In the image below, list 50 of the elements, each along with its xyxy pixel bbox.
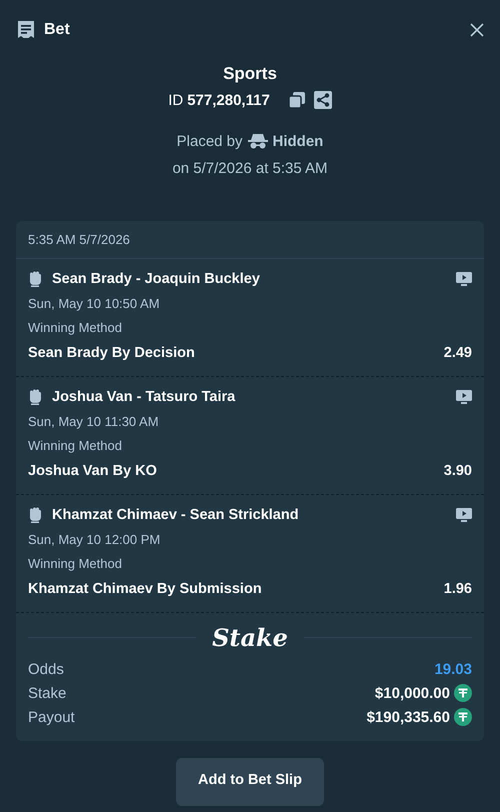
selection: Khamzat Chimaev By Submission bbox=[28, 580, 262, 599]
event-name: Joshua Van - Tatsuro Taira bbox=[52, 389, 236, 405]
selection: Joshua Van By KO bbox=[28, 462, 157, 481]
market-name: Winning Method bbox=[28, 437, 123, 455]
live-stream-button[interactable] bbox=[456, 508, 472, 522]
total-odds: 19.03 bbox=[434, 660, 472, 678]
fist-icon bbox=[28, 507, 42, 523]
share-button[interactable] bbox=[314, 91, 332, 109]
incognito-icon bbox=[248, 133, 268, 149]
fist-icon bbox=[28, 271, 42, 287]
tv-play-icon bbox=[456, 508, 472, 522]
live-stream-button[interactable] bbox=[456, 390, 472, 404]
close-icon bbox=[470, 23, 484, 37]
bet-timestamp: 5:35 AM 5/7/2026 bbox=[16, 221, 484, 259]
event-name: Sean Brady - Joaquin Buckley bbox=[52, 271, 260, 287]
summary-label: Payout bbox=[28, 708, 75, 726]
market-name: Winning Method bbox=[28, 555, 123, 573]
dialog-title: Bet bbox=[44, 21, 70, 39]
event-date: Sun, May 10 10:50 AM bbox=[28, 295, 161, 313]
event-name: Khamzat Chimaev - Sean Strickland bbox=[52, 507, 299, 523]
summary-label: Stake bbox=[28, 684, 66, 702]
tv-play-icon bbox=[456, 390, 472, 404]
selection-odds: 1.96 bbox=[444, 580, 472, 599]
copy-icon bbox=[288, 91, 306, 109]
username: Hidden bbox=[272, 132, 324, 150]
bet-id: 577,280,117 bbox=[187, 92, 270, 108]
brand-logo: Stake bbox=[212, 622, 288, 652]
placed-date: on 5/7/2026 at 5:35 AM bbox=[172, 159, 328, 179]
fist-icon bbox=[28, 389, 42, 405]
amount-value: $10,000.00 bbox=[374, 684, 450, 702]
selection-odds: 3.90 bbox=[444, 462, 472, 481]
tv-play-icon bbox=[456, 272, 472, 286]
amount-value: $190,335.60 bbox=[366, 708, 450, 726]
add-to-bet-slip-button[interactable]: Add to Bet Slip bbox=[176, 758, 324, 806]
live-stream-button[interactable] bbox=[456, 272, 472, 286]
event-date: Sun, May 10 11:30 AM bbox=[28, 413, 160, 431]
selection-odds: 2.49 bbox=[444, 344, 472, 363]
coin-icon bbox=[454, 708, 472, 726]
placed-by-label: Placed by bbox=[176, 132, 243, 150]
summary-label: Odds bbox=[28, 660, 64, 678]
market-name: Winning Method bbox=[28, 319, 123, 337]
coin-icon bbox=[454, 684, 472, 702]
copy-button[interactable] bbox=[288, 91, 306, 109]
receipt-icon bbox=[16, 20, 36, 40]
id-label: ID bbox=[168, 92, 184, 108]
share-icon bbox=[314, 91, 332, 109]
selection: Sean Brady By Decision bbox=[28, 344, 195, 363]
bet-category: Sports bbox=[223, 63, 277, 85]
close-button[interactable] bbox=[470, 23, 484, 37]
event-date: Sun, May 10 12:00 PM bbox=[28, 531, 162, 549]
